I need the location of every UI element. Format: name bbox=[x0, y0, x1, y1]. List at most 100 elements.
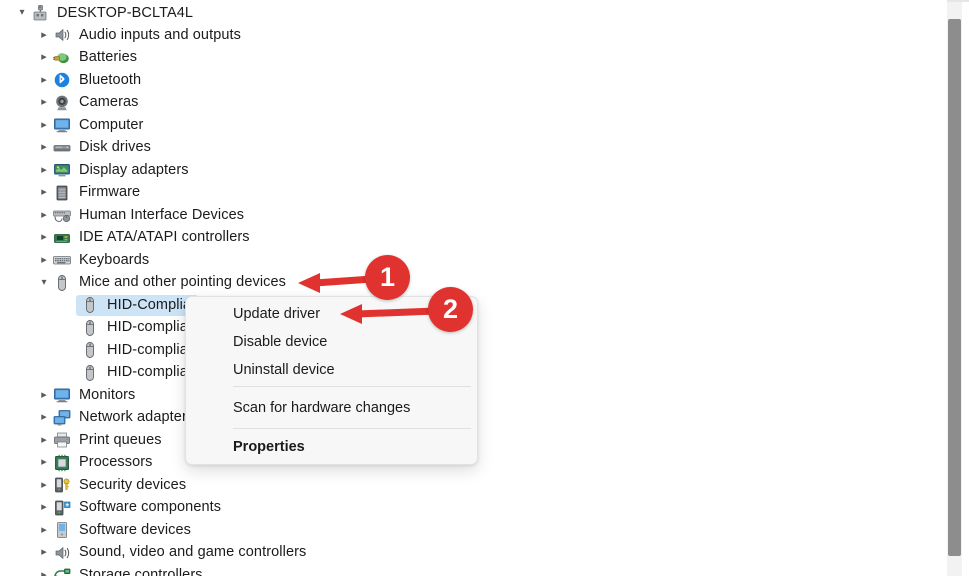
monitor-icon bbox=[52, 115, 72, 135]
menu-item-disable-device[interactable]: Disable device bbox=[186, 328, 477, 356]
tree-node-disk-drives[interactable]: ▸ Disk drives bbox=[36, 137, 151, 159]
chevron-right-icon[interactable]: ▸ bbox=[36, 182, 52, 204]
software-device-icon bbox=[52, 520, 72, 540]
tree-node-label: Batteries bbox=[79, 49, 138, 66]
tree-node-label: Software components bbox=[79, 499, 222, 516]
storage-controller-icon bbox=[52, 565, 72, 576]
tree-node-hid-compliant-mouse-selected[interactable]: HID-Complia bbox=[76, 294, 198, 316]
tree-node-label: HID-compliar bbox=[107, 341, 193, 358]
chevron-right-icon[interactable]: ▸ bbox=[36, 452, 52, 474]
tree-node-software-devices[interactable]: ▸ Software devices bbox=[36, 519, 191, 541]
computer-root-icon bbox=[30, 3, 50, 23]
camera-icon bbox=[52, 93, 72, 113]
mouse-icon bbox=[80, 318, 100, 338]
software-component-icon bbox=[52, 498, 72, 518]
device-tree[interactable]: ▾ DESKTOP-BCLTA4L ▸ Audio inputs and out… bbox=[0, 0, 940, 576]
menu-item-uninstall-device[interactable]: Uninstall device bbox=[186, 356, 477, 384]
ide-controller-icon bbox=[52, 228, 72, 248]
processor-icon bbox=[52, 453, 72, 473]
tree-node-ide-ata-atapi-controllers[interactable]: ▸ IDE ATA/ATAPI controllers bbox=[36, 227, 250, 249]
vertical-scrollbar-thumb[interactable] bbox=[948, 19, 961, 556]
tree-node-hid-compliant-mouse-3[interactable]: HID-compliar bbox=[80, 339, 193, 361]
chevron-right-icon[interactable]: ▸ bbox=[36, 227, 52, 249]
chevron-right-icon[interactable]: ▸ bbox=[36, 542, 52, 564]
chevron-right-icon[interactable]: ▸ bbox=[36, 497, 52, 519]
tree-node-hid-compliant-mouse-4[interactable]: HID-compliar bbox=[80, 362, 193, 384]
chevron-right-icon[interactable]: ▸ bbox=[36, 429, 52, 451]
tree-node-hid-compliant-mouse-2[interactable]: HID-compliar bbox=[80, 317, 193, 339]
tree-node-audio-inputs-and-outputs[interactable]: ▸ Audio inputs and outputs bbox=[36, 24, 241, 46]
tree-node-label: Software devices bbox=[79, 521, 192, 538]
chevron-right-icon[interactable]: ▸ bbox=[36, 474, 52, 496]
chevron-right-icon[interactable]: ▸ bbox=[36, 69, 52, 91]
mouse-icon bbox=[80, 340, 100, 360]
tree-node-label: Cameras bbox=[79, 94, 139, 111]
tree-node-label: Keyboards bbox=[79, 251, 150, 268]
chevron-right-icon[interactable]: ▸ bbox=[36, 384, 52, 406]
tree-node-firmware[interactable]: ▸ Firmware bbox=[36, 182, 140, 204]
tree-node-label: Monitors bbox=[79, 386, 136, 403]
chevron-right-icon[interactable]: ▸ bbox=[36, 92, 52, 114]
tree-node-cameras[interactable]: ▸ Cameras bbox=[36, 92, 139, 114]
hid-icon bbox=[52, 205, 72, 225]
speaker-icon bbox=[52, 543, 72, 563]
tree-node-label: Sound, video and game controllers bbox=[79, 544, 307, 561]
tree-node-keyboards[interactable]: ▸ Keyboards bbox=[36, 249, 149, 271]
disk-drive-icon bbox=[52, 138, 72, 158]
monitor-icon bbox=[52, 385, 72, 405]
tree-node-software-components[interactable]: ▸ Software components bbox=[36, 497, 221, 519]
chevron-right-icon[interactable]: ▸ bbox=[36, 47, 52, 69]
tree-node-storage-controllers[interactable]: ▸ Storage controllers bbox=[36, 564, 203, 576]
menu-separator-2 bbox=[233, 428, 471, 429]
tree-node-label: Mice and other pointing devices bbox=[79, 274, 287, 291]
tree-node-monitors[interactable]: ▸ Monitors bbox=[36, 384, 135, 406]
tree-node-label: Firmware bbox=[79, 184, 141, 201]
menu-item-properties[interactable]: Properties bbox=[186, 433, 477, 461]
chevron-right-icon[interactable]: ▸ bbox=[36, 519, 52, 541]
bluetooth-icon bbox=[52, 70, 72, 90]
chevron-right-icon[interactable]: ▸ bbox=[36, 114, 52, 136]
menu-separator-1 bbox=[233, 386, 471, 387]
chevron-right-icon[interactable]: ▸ bbox=[36, 137, 52, 159]
chevron-right-icon[interactable]: ▸ bbox=[36, 204, 52, 226]
mouse-icon bbox=[80, 363, 100, 383]
tree-node-mice-and-other-pointing-devices[interactable]: ▾ Mice and other pointing devices bbox=[36, 272, 286, 294]
tree-node-human-interface-devices[interactable]: ▸ Human Interface Devices bbox=[36, 204, 244, 226]
chevron-right-icon[interactable]: ▸ bbox=[36, 564, 52, 576]
tree-node-label: Processors bbox=[79, 454, 153, 471]
security-device-icon bbox=[52, 475, 72, 495]
printer-icon bbox=[52, 430, 72, 450]
tree-node-label: HID-compliar bbox=[107, 364, 193, 381]
tree-node-label: Human Interface Devices bbox=[79, 206, 245, 223]
tree-node-processors[interactable]: ▸ Processors bbox=[36, 452, 153, 474]
tree-node-batteries[interactable]: ▸ Batteries bbox=[36, 47, 137, 69]
chevron-right-icon[interactable]: ▸ bbox=[36, 24, 52, 46]
tree-node-label: Disk drives bbox=[79, 139, 151, 156]
annotation-badge-2: 2 bbox=[428, 287, 473, 332]
tree-node-print-queues[interactable]: ▸ Print queues bbox=[36, 429, 162, 451]
tree-node-network-adapters[interactable]: ▸ Network adapter bbox=[36, 407, 187, 429]
tree-node-bluetooth[interactable]: ▸ Bluetooth bbox=[36, 69, 141, 91]
tree-node-label: Storage controllers bbox=[79, 566, 203, 576]
mouse-icon bbox=[80, 295, 100, 315]
tree-node-display-adapters[interactable]: ▸ Display adapters bbox=[36, 159, 189, 181]
tree-node-label: Display adapters bbox=[79, 161, 189, 178]
tree-node-label: DESKTOP-BCLTA4L bbox=[57, 4, 194, 21]
tree-node-root[interactable]: ▾ DESKTOP-BCLTA4L bbox=[14, 2, 193, 24]
tree-node-label: HID-compliar bbox=[107, 319, 193, 336]
network-adapter-icon bbox=[52, 408, 72, 428]
tree-node-label: Security devices bbox=[79, 476, 187, 493]
tree-node-security-devices[interactable]: ▸ Security devices bbox=[36, 474, 186, 496]
tree-node-label: Computer bbox=[79, 116, 144, 133]
chevron-down-icon[interactable]: ▾ bbox=[36, 272, 52, 294]
tree-node-computer[interactable]: ▸ Computer bbox=[36, 114, 143, 136]
tree-node-sound-video-and-game-controllers[interactable]: ▸ Sound, video and game controllers bbox=[36, 542, 306, 564]
chevron-down-icon[interactable]: ▾ bbox=[14, 2, 30, 24]
chevron-right-icon[interactable]: ▸ bbox=[36, 249, 52, 271]
menu-item-scan-for-hardware-changes[interactable]: Scan for hardware changes bbox=[186, 394, 477, 422]
firmware-icon bbox=[52, 183, 72, 203]
chevron-right-icon[interactable]: ▸ bbox=[36, 159, 52, 181]
chevron-right-icon[interactable]: ▸ bbox=[36, 407, 52, 429]
tree-node-label: Audio inputs and outputs bbox=[79, 26, 242, 43]
speaker-icon bbox=[52, 25, 72, 45]
